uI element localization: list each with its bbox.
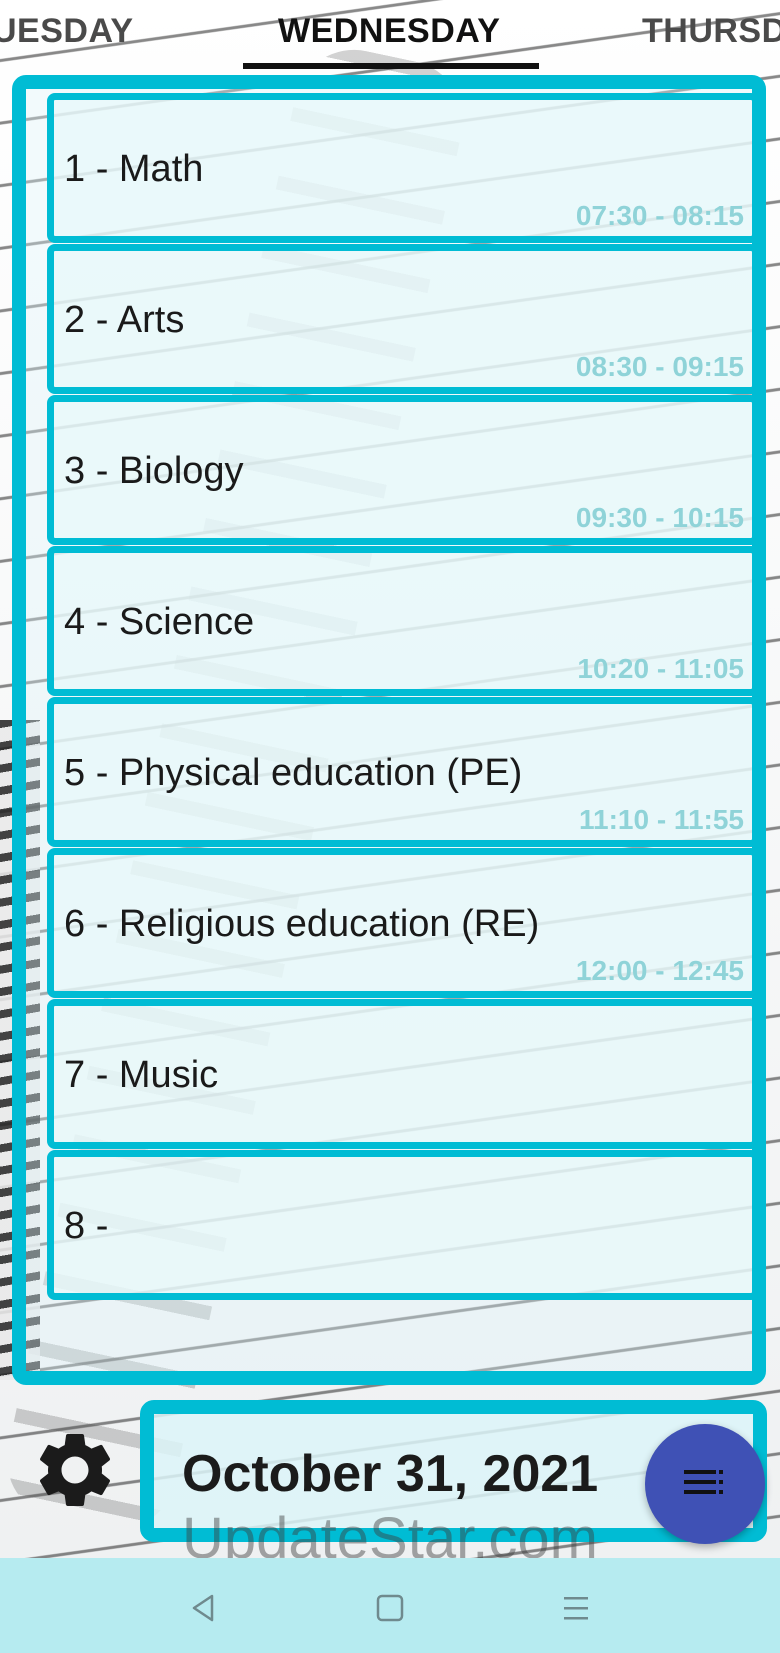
back-triangle-icon	[192, 1594, 214, 1622]
lesson-time: 09:30 - 10:15	[575, 502, 744, 533]
tab-thursday[interactable]: THURSD	[642, 12, 780, 51]
lesson-slot-3[interactable]: 3 - Biology 09:30 - 10:15	[47, 395, 759, 545]
lesson-title: 8 -	[64, 1205, 109, 1247]
menu-fab-button[interactable]	[645, 1424, 765, 1544]
lesson-title: 4 - Science	[64, 601, 255, 643]
schedule-panel: 1 - Math 07:30 - 08:15 2 - Arts 08:30 - …	[12, 75, 766, 1385]
lesson-time: 07:30 - 08:15	[575, 200, 744, 231]
current-date: October 31, 2021	[182, 1445, 599, 1503]
lesson-time: 12:00 - 12:45	[575, 955, 744, 986]
lesson-slot-5[interactable]: 5 - Physical education (PE) 11:10 - 11:5…	[47, 697, 759, 847]
lesson-title: 7 - Music	[64, 1054, 219, 1096]
tab-wednesday[interactable]: WEDNESDAY	[278, 12, 500, 51]
active-tab-indicator	[243, 63, 539, 69]
lesson-title: 1 - Math	[64, 148, 204, 190]
settings-button[interactable]	[30, 1425, 120, 1515]
lesson-title: 5 - Physical education (PE)	[64, 752, 523, 794]
tab-tuesday[interactable]: UESDAY	[0, 12, 134, 51]
nav-recents-button[interactable]	[556, 1588, 596, 1628]
lesson-title: 3 - Biology	[64, 450, 244, 492]
nav-home-button[interactable]	[370, 1588, 410, 1628]
system-nav-bar	[0, 1558, 780, 1653]
lesson-slot-7[interactable]: 7 - Music	[47, 999, 759, 1149]
sort-list-icon	[684, 1470, 723, 1494]
lesson-slot-1[interactable]: 1 - Math 07:30 - 08:15	[47, 93, 759, 243]
lesson-slot-6[interactable]: 6 - Religious education (RE) 12:00 - 12:…	[47, 848, 759, 998]
nav-back-button[interactable]	[184, 1588, 224, 1628]
gear-icon	[39, 1434, 111, 1506]
home-square-icon	[376, 1594, 404, 1622]
lesson-slot-8[interactable]: 8 -	[47, 1150, 759, 1300]
lesson-title: 2 - Arts	[64, 299, 185, 341]
lesson-time: 10:20 - 11:05	[577, 653, 744, 684]
lesson-time: 11:10 - 11:55	[578, 804, 744, 835]
menu-lines-icon	[564, 1597, 588, 1620]
day-tabs: UESDAY WEDNESDAY THURSD	[0, 0, 780, 70]
lesson-title: 6 - Religious education (RE)	[64, 903, 540, 945]
lesson-slot-4[interactable]: 4 - Science 10:20 - 11:05	[47, 546, 759, 696]
lesson-time: 08:30 - 09:15	[575, 351, 744, 382]
lesson-slot-2[interactable]: 2 - Arts 08:30 - 09:15	[47, 244, 759, 394]
